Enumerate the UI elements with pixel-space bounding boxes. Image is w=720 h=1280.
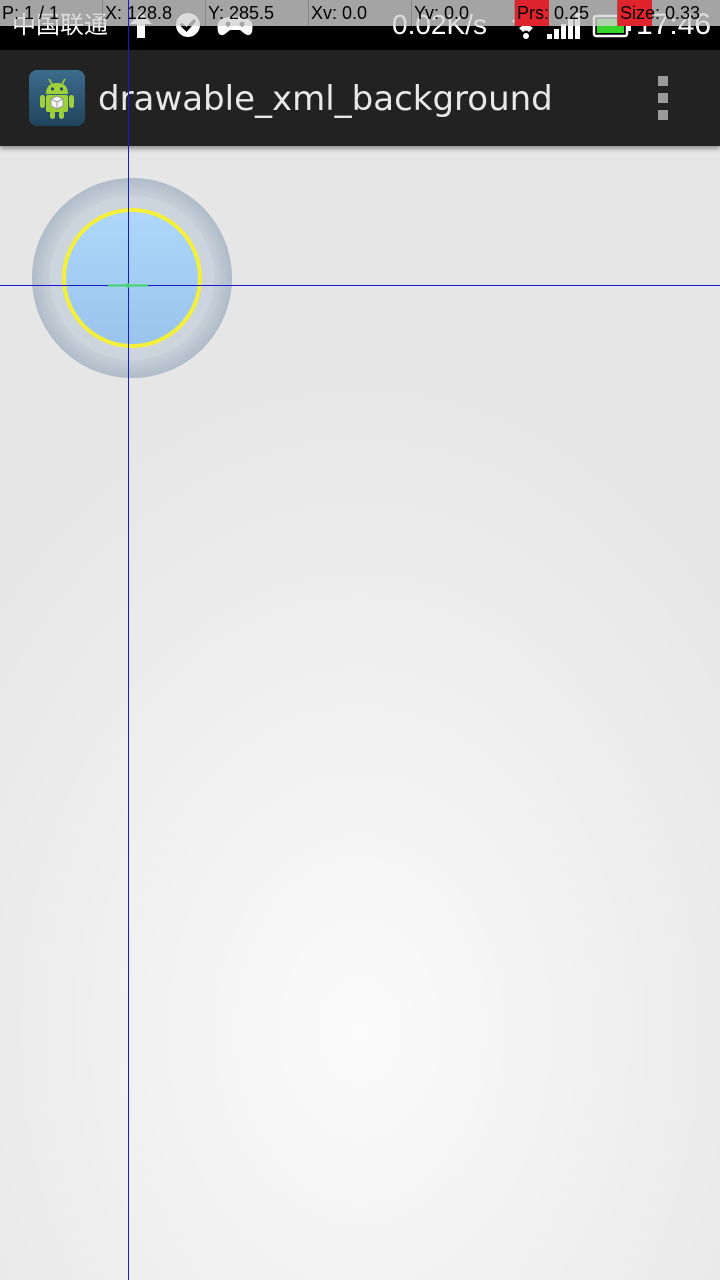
touch-trail-mark [108, 283, 148, 288]
pointer-pressure: Prs: 0.25 [515, 0, 618, 26]
pointer-xv: Xv: 0.0 [309, 0, 412, 26]
pointer-location-overlay: P: 1 / 1 X: 128.8 Y: 285.5 Xv: 0.0 Yv: 0… [0, 0, 720, 26]
pointer-crosshair-vertical [128, 0, 129, 1280]
android-robot-icon [40, 78, 74, 119]
action-bar: drawable_xml_background [0, 50, 720, 146]
overflow-menu-icon[interactable] [648, 76, 678, 120]
page-title: drawable_xml_background [98, 79, 553, 119]
pointer-count: P: 1 / 1 [0, 0, 103, 26]
pointer-yv: Yv: 0.0 [412, 0, 515, 26]
android-app-icon[interactable] [29, 70, 85, 126]
content-area [0, 146, 720, 1280]
pointer-x: X: 128.8 [103, 0, 206, 26]
screen: 中国联通 0.02K/s [0, 0, 720, 1280]
pointer-y: Y: 285.5 [206, 0, 309, 26]
pointer-size: Size: 0.33 [618, 0, 720, 26]
ring-shape-button[interactable] [32, 178, 232, 378]
